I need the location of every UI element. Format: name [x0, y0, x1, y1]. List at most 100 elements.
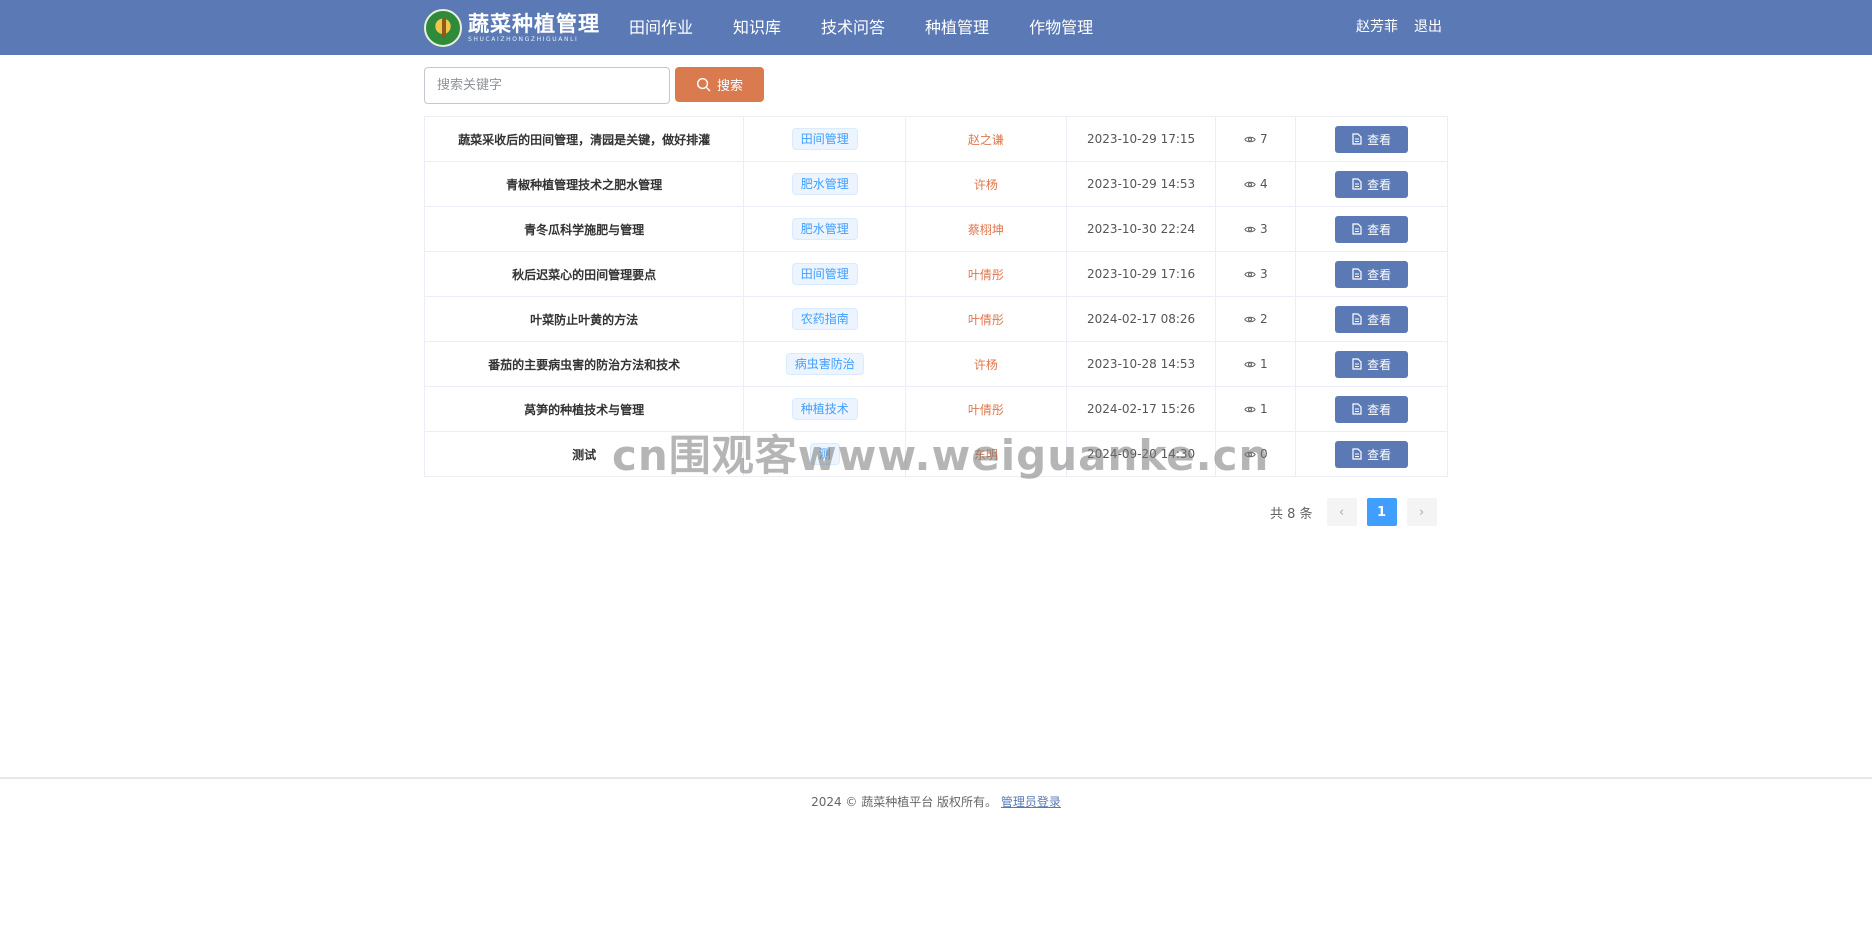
category-cell: 田间管理 [744, 251, 907, 297]
eye-icon [1244, 270, 1256, 279]
category-tag: 病虫害防治 [785, 353, 864, 375]
document-icon [1352, 223, 1362, 235]
author-name: 叶倩彤 [967, 267, 1004, 282]
document-icon [1352, 403, 1362, 415]
copyright-text: 2024 © 蔬菜种植平台 版权所有。 [811, 795, 998, 809]
admin-login-link[interactable]: 管理员登录 [1001, 795, 1061, 809]
view-count: 7 [1260, 132, 1268, 146]
top-navbar: 蔬菜种植管理 SHUCAIZHONGZHIGUANLI 田间作业 知识库 技术问… [0, 0, 1872, 55]
action-cell: 查看 [1296, 252, 1447, 297]
views-cell: 3 [1216, 251, 1297, 297]
view-button[interactable]: 查看 [1335, 260, 1409, 288]
publish-date: 2023-10-29 17:15 [1087, 132, 1196, 146]
publish-date: 2024-02-17 08:26 [1087, 312, 1196, 326]
view-button-label: 查看 [1367, 447, 1392, 462]
article-title-text: 青冬瓜科学施肥与管理 [524, 222, 645, 237]
author-cell: 许杨 [906, 161, 1067, 207]
date-cell: 2023-10-29 17:16 [1067, 251, 1217, 297]
author-cell: 许杨 [906, 341, 1067, 387]
nav-field-work[interactable]: 田间作业 [629, 0, 693, 55]
pagination: 共 8 条 ‹ 1 › [1270, 498, 1447, 526]
user-name[interactable]: 赵芳菲 [1356, 0, 1398, 55]
view-count: 4 [1260, 177, 1268, 191]
site-logo[interactable]: 蔬菜种植管理 SHUCAIZHONGZHIGUANLI [424, 9, 600, 47]
article-title-text: 蔬菜采收后的田间管理，清园是关键，做好排灌 [458, 132, 711, 147]
view-button[interactable]: 查看 [1335, 395, 1409, 423]
page-number-current[interactable]: 1 [1366, 498, 1397, 526]
next-page-button[interactable]: › [1406, 498, 1437, 526]
view-count: 3 [1260, 222, 1268, 236]
category-tag: 田间管理 [791, 263, 858, 285]
date-cell: 2023-10-29 14:53 [1067, 161, 1217, 207]
article-title[interactable]: 秋后迟菜心的田间管理要点 [425, 251, 745, 297]
nav-planting-management[interactable]: 种植管理 [925, 0, 989, 55]
eye-icon [1244, 450, 1256, 459]
view-button-label: 查看 [1367, 267, 1392, 282]
author-name: 叶倩彤 [967, 402, 1004, 417]
wheat-logo-icon [424, 9, 462, 47]
article-title[interactable]: 叶菜防止叶黄的方法 [425, 296, 745, 342]
author-name: 蔡栩坤 [967, 222, 1004, 237]
table-row: 测试 测 东明 2024-09-20 14:30 0 查看 [425, 431, 1447, 477]
view-count: 0 [1260, 447, 1268, 461]
article-title[interactable]: 蔬菜采收后的田间管理，清园是关键，做好排灌 [425, 116, 745, 162]
prev-page-button[interactable]: ‹ [1326, 498, 1357, 526]
author-name: 东明 [973, 447, 998, 462]
author-cell: 东明 [906, 431, 1067, 477]
table-row: 莴笋的种植技术与管理 种植技术 叶倩彤 2024-02-17 15:26 1 查看 [425, 386, 1447, 432]
publish-date: 2023-10-28 14:53 [1087, 357, 1196, 371]
article-title[interactable]: 青冬瓜科学施肥与管理 [425, 206, 745, 252]
article-title-text: 莴笋的种植技术与管理 [524, 402, 645, 417]
table-row: 叶菜防止叶黄的方法 农药指南 叶倩彤 2024-02-17 08:26 2 查看 [425, 296, 1447, 342]
eye-icon [1244, 135, 1256, 144]
article-title[interactable]: 测试 [425, 431, 745, 477]
publish-date: 2023-10-29 14:53 [1087, 177, 1196, 191]
document-icon [1352, 448, 1362, 460]
view-button[interactable]: 查看 [1335, 350, 1409, 378]
view-button[interactable]: 查看 [1335, 170, 1409, 198]
nav-tech-qa[interactable]: 技术问答 [821, 0, 885, 55]
view-button-label: 查看 [1367, 357, 1392, 372]
views-cell: 4 [1216, 161, 1297, 207]
search-input[interactable] [424, 67, 670, 104]
document-icon [1352, 268, 1362, 280]
view-count: 1 [1260, 357, 1268, 371]
article-title[interactable]: 莴笋的种植技术与管理 [425, 386, 745, 432]
view-button-label: 查看 [1367, 177, 1392, 192]
table-row: 青椒种植管理技术之肥水管理 肥水管理 许杨 2023-10-29 14:53 4 查看 [425, 161, 1447, 207]
search-button[interactable]: 搜索 [675, 67, 764, 102]
category-cell: 病虫害防治 [744, 341, 907, 387]
date-cell: 2024-02-17 08:26 [1067, 296, 1217, 342]
category-tag: 田间管理 [791, 128, 858, 150]
author-cell: 叶倩彤 [906, 386, 1067, 432]
eye-icon [1244, 315, 1256, 324]
date-cell: 2023-10-29 17:15 [1067, 116, 1217, 162]
article-title-text: 叶菜防止叶黄的方法 [530, 312, 639, 327]
category-cell: 种植技术 [744, 386, 907, 432]
category-tag: 肥水管理 [791, 218, 858, 240]
action-cell: 查看 [1296, 117, 1447, 162]
author-cell: 叶倩彤 [906, 296, 1067, 342]
date-cell: 2024-09-20 14:30 [1067, 431, 1217, 477]
logout-link[interactable]: 退出 [1414, 0, 1442, 55]
document-icon [1352, 133, 1362, 145]
view-count: 1 [1260, 402, 1268, 416]
eye-icon [1244, 405, 1256, 414]
views-cell: 1 [1216, 341, 1297, 387]
view-button[interactable]: 查看 [1335, 215, 1409, 243]
logo-title: 蔬菜种植管理 [468, 11, 600, 36]
view-button[interactable]: 查看 [1335, 305, 1409, 333]
article-title[interactable]: 青椒种植管理技术之肥水管理 [425, 161, 745, 207]
article-title[interactable]: 番茄的主要病虫害的防治方法和技术 [425, 341, 745, 387]
views-cell: 2 [1216, 296, 1297, 342]
footer: 2024 © 蔬菜种植平台 版权所有。 管理员登录 [0, 777, 1872, 817]
action-cell: 查看 [1296, 207, 1447, 252]
category-cell: 肥水管理 [744, 206, 907, 252]
view-button[interactable]: 查看 [1335, 440, 1409, 468]
nav-knowledge-base[interactable]: 知识库 [733, 0, 781, 55]
publish-date: 2024-02-17 15:26 [1087, 402, 1196, 416]
document-icon [1352, 313, 1362, 325]
action-cell: 查看 [1296, 162, 1447, 207]
view-button[interactable]: 查看 [1335, 125, 1409, 153]
nav-crop-management[interactable]: 作物管理 [1029, 0, 1093, 55]
